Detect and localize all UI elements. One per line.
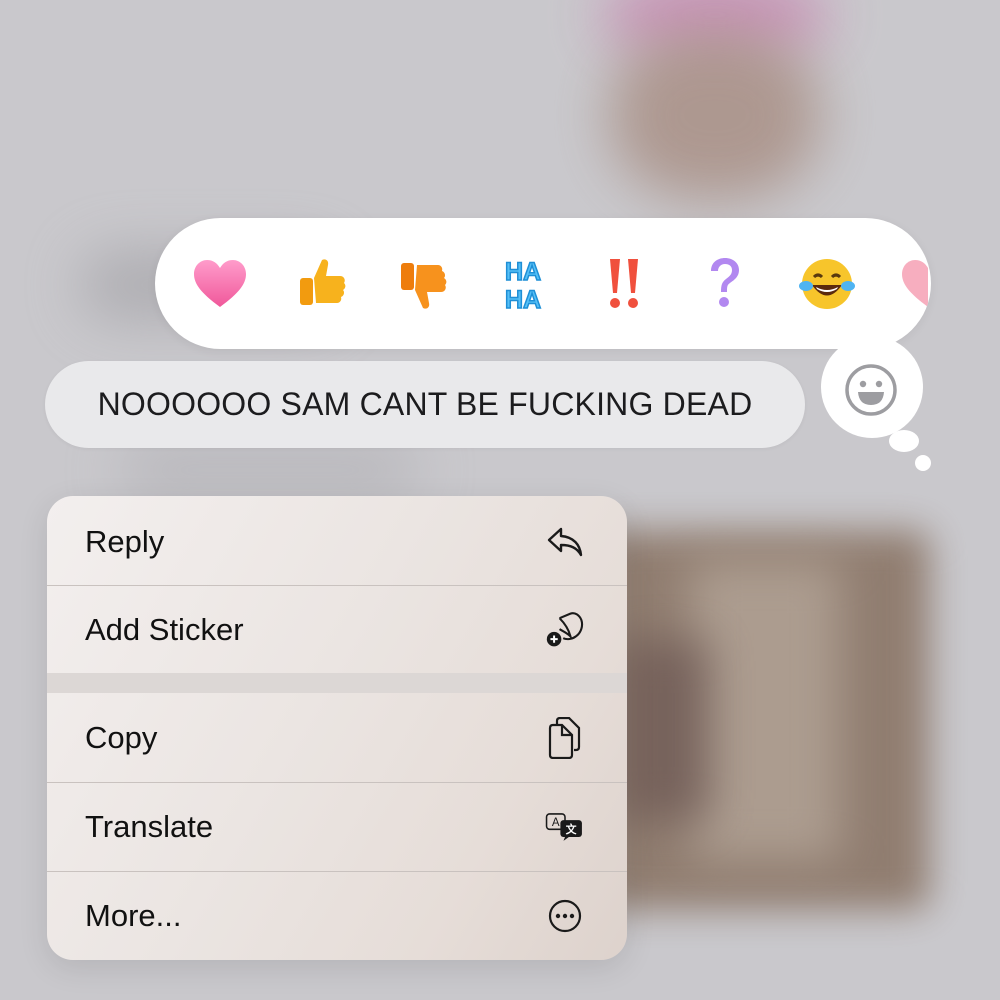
menu-item-label: Add Sticker	[85, 612, 244, 647]
partial-heart-icon	[902, 260, 928, 307]
question-icon	[711, 258, 739, 307]
add-emoji-reaction-icon[interactable]	[843, 362, 899, 418]
menu-item-add-sticker[interactable]: Add Sticker	[47, 586, 627, 674]
tapback-reaction-bar: HA HA	[155, 218, 931, 349]
menu-item-label: More...	[85, 898, 182, 933]
svg-text:A: A	[552, 817, 560, 829]
tears-of-joy-icon	[799, 259, 855, 309]
svg-text:HA: HA	[505, 258, 541, 286]
reaction-bar-tail-dot	[889, 430, 919, 452]
menu-item-label: Translate	[85, 809, 214, 844]
double-exclamation-icon	[610, 259, 638, 308]
reaction-question-button[interactable]	[693, 252, 757, 316]
reaction-emphasize-button[interactable]	[592, 252, 656, 316]
menu-item-copy[interactable]: Copy	[47, 694, 627, 782]
background-blur-face	[610, 30, 820, 200]
menu-group-separator	[47, 673, 627, 693]
reaction-heart-button[interactable]	[188, 252, 252, 316]
menu-item-label: Copy	[85, 720, 158, 755]
reply-arrow-icon	[545, 522, 585, 562]
reaction-partial-heart-button[interactable]	[887, 252, 931, 316]
more-ellipsis-icon	[545, 896, 585, 936]
heart-icon	[194, 260, 246, 307]
reaction-thumbs-down-button[interactable]	[390, 252, 454, 316]
background-blur-bubble-2	[120, 440, 420, 500]
message-text: NOOOOOO SAM CANT BE FUCKING DEAD	[97, 386, 753, 422]
reaction-bar-tail-dot-small	[915, 455, 931, 471]
menu-item-translate[interactable]: Translate A 文	[47, 783, 627, 871]
svg-text:HA: HA	[505, 286, 541, 314]
background-blur-photo-highlight	[690, 560, 840, 860]
thumbs-down-icon	[401, 263, 447, 309]
message-bubble[interactable]: NOOOOOO SAM CANT BE FUCKING DEAD	[45, 361, 805, 448]
context-menu: Reply Add Sticker Copy Translate A 文 Mor…	[47, 496, 627, 960]
add-sticker-icon	[545, 610, 585, 650]
menu-item-label: Reply	[85, 524, 165, 559]
svg-text:文: 文	[565, 823, 577, 836]
reaction-laughing-button[interactable]	[795, 252, 859, 316]
background-blur-photo-shadow	[620, 640, 710, 820]
menu-item-reply[interactable]: Reply	[47, 498, 627, 586]
copy-icon	[545, 717, 585, 759]
thumbs-up-icon	[300, 259, 346, 305]
translate-icon: A 文	[545, 807, 585, 847]
reaction-thumbs-up-button[interactable]	[289, 252, 353, 316]
reaction-haha-button[interactable]: HA HA	[491, 252, 555, 316]
haha-icon: HA HA	[504, 257, 542, 314]
menu-item-more[interactable]: More...	[47, 872, 627, 960]
